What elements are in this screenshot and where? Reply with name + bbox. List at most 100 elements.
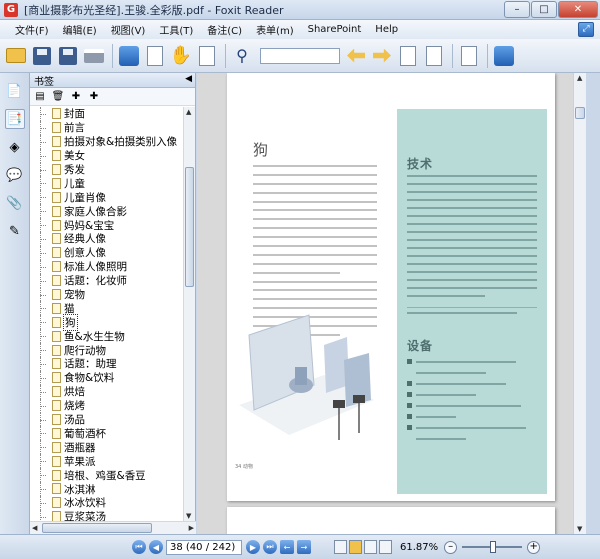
back-button[interactable]: ← [280,540,294,554]
bookmark-item[interactable]: 儿童 [30,176,184,191]
bookmark-label: 苹果派 [64,455,96,468]
bookmark-vertical-scrollbar[interactable]: ▲ ▼ [183,107,195,521]
bookmark-item[interactable]: 爬行动物 [30,343,184,357]
close-button[interactable]: ✕ [558,1,598,18]
attachments-icon[interactable]: 📎 [5,193,25,213]
bookmark-item[interactable]: 拍摄对象&拍摄类别入像 [30,134,184,149]
doc-scroll-up-icon[interactable]: ▲ [577,74,582,82]
zoom-out-button[interactable]: – [444,540,458,554]
find-next-button[interactable] [370,44,394,68]
menu-file[interactable]: 文件(F) [8,22,56,37]
comment-button[interactable] [457,44,481,68]
bookmark-scroll-thumb[interactable] [185,167,194,287]
bookmark-item[interactable]: 烧烤 [30,398,184,413]
bookmark-item[interactable]: 话题：化妆师 [30,273,184,288]
bookmark-item[interactable]: 狗 [30,313,184,331]
bookmark-item[interactable]: 培根、鸡蛋&香豆 [30,468,184,482]
last-page-button[interactable]: ⏭ [263,540,277,554]
zoom-slider[interactable] [462,541,523,553]
maximize-button[interactable]: □ [531,1,557,18]
forward-button[interactable]: → [297,540,311,554]
highlight-button[interactable] [396,44,420,68]
bookmark-item[interactable]: 宠物 [30,287,184,302]
bookmark-item[interactable]: 冰淇淋 [30,482,184,496]
bookmark-item[interactable]: 汤品 [30,412,184,427]
bookmark-item[interactable]: 鱼&水生生物 [30,329,184,344]
signature-icon[interactable]: ✎ [5,221,25,241]
bookmark-item[interactable]: 美女 [30,148,184,163]
search-input[interactable] [260,47,340,64]
menu-edit[interactable]: 编辑(E) [56,22,104,37]
bookmark-item[interactable]: 秀发 [30,162,184,177]
bookmark-hscroll-thumb[interactable] [42,523,152,533]
print-button[interactable] [82,44,106,68]
bookmark-item[interactable]: 苹果派 [30,454,184,469]
minimize-button[interactable]: – [504,1,530,18]
document-vertical-scrollbar[interactable]: ▲ ▼ [573,73,586,534]
bookmark-item[interactable]: 封面 [30,107,184,121]
find-button[interactable]: ⚲ [230,44,254,68]
foxit-app-icon[interactable]: G [4,2,18,17]
menu-forms[interactable]: 表单(m) [249,22,301,37]
bookmark-item[interactable]: 标准人像照明 [30,259,184,274]
restore-layout-icon[interactable]: ⤢ [578,22,594,37]
bookmark-item[interactable]: 豆浆菜汤 [30,509,184,521]
scroll-up-icon[interactable]: ▲ [186,108,191,116]
layers-icon[interactable]: ◈ [5,137,25,157]
zoom-level[interactable]: 61.87% [400,542,438,553]
bookmark-item[interactable]: 前言 [30,120,184,135]
bookmark-item[interactable]: 妈妈&宝宝 [30,218,184,232]
bookmark-item[interactable]: 烘焙 [30,384,184,399]
scroll-right-icon[interactable]: ▶ [189,524,194,532]
menu-tools[interactable]: 工具(T) [152,22,200,37]
bookmarks-icon[interactable]: 📑 [4,109,25,129]
document-scroll-thumb[interactable] [575,107,585,119]
document-viewer[interactable]: 狗 34 动物 技术 设备 ▲ ▼ [197,73,586,534]
bookmark-options-icon[interactable]: ✚ [88,91,100,103]
save-as-button[interactable] [56,44,80,68]
menu-sharepoint[interactable]: SharePoint [301,24,369,35]
menu-help[interactable]: Help [368,24,405,35]
bookmark-item[interactable]: 酒瓶器 [30,440,184,455]
continuous-facing-view-button[interactable] [379,540,392,554]
next-page-button[interactable]: ▶ [246,540,260,554]
select-text-button[interactable] [195,44,219,68]
menu-comments[interactable]: 备注(C) [200,22,249,37]
previous-page-button[interactable]: ◀ [149,540,163,554]
open-button[interactable] [4,44,28,68]
single-page-view-button[interactable] [334,540,347,554]
first-page-button[interactable]: ⏮ [132,540,146,554]
delete-icon[interactable]: 🗑 [52,91,65,103]
bookmark-item[interactable]: 经典人像 [30,232,184,246]
bookmark-item[interactable]: 葡萄酒杯 [30,426,184,441]
pages-icon[interactable]: 📄 [5,81,25,101]
zoom-in-button[interactable]: + [527,540,541,554]
find-previous-button[interactable] [344,44,368,68]
save-button[interactable] [30,44,54,68]
page-number-input[interactable]: 38 (40 / 242) [166,539,242,555]
collapse-panel-icon[interactable]: ◀ [185,74,192,84]
bookmark-item[interactable]: 创意人像 [30,245,184,260]
bookmark-item[interactable]: 猫 [30,301,184,316]
bookmark-item[interactable]: 食物&饮料 [30,370,184,385]
bookmark-item[interactable]: 话题：助理 [30,357,184,371]
scroll-down-icon[interactable]: ▼ [186,512,191,520]
screen-button[interactable] [117,44,141,68]
zoom-slider-handle[interactable] [490,541,497,553]
continuous-view-button[interactable] [349,540,362,554]
bookmark-horizontal-scrollbar[interactable]: ◀ ▶ [30,521,196,534]
add-bookmark-icon[interactable]: ✚ [70,91,82,103]
doc-scroll-down-icon[interactable]: ▼ [577,525,582,533]
facing-view-button[interactable] [364,540,377,554]
bookmark-item[interactable]: 家庭人像合影 [30,204,184,219]
email-button[interactable] [143,44,167,68]
bookmark-item[interactable]: 冰冰饮料 [30,495,184,510]
rotate-button[interactable] [492,44,516,68]
typewriter-button[interactable] [422,44,446,68]
bookmark-item[interactable]: 儿童肖像 [30,190,184,205]
menu-view[interactable]: 视图(V) [104,22,153,37]
scroll-left-icon[interactable]: ◀ [32,524,37,532]
hand-tool-button[interactable]: ✋ [169,44,193,68]
expand-icon[interactable]: ▤ [34,91,46,103]
comments-icon[interactable]: 💬 [5,165,25,185]
